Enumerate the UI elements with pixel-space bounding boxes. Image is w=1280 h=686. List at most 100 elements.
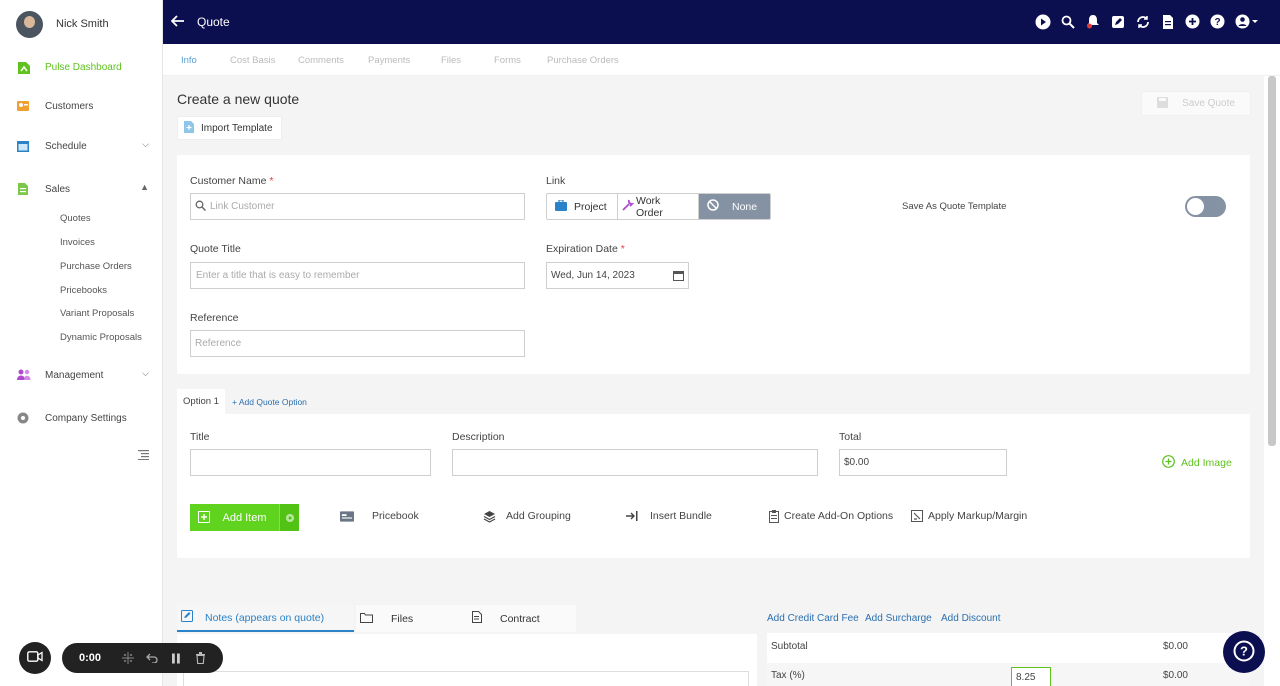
add-credit-card-fee-link[interactable]: Add Credit Card Fee [767,613,859,624]
block-icon [707,199,719,214]
create-add-on-options-button[interactable]: Create Add-On Options [767,509,893,523]
pricebook-icon [340,509,354,523]
avatar[interactable] [16,10,43,38]
tab-files-bottom[interactable]: Files [356,605,468,632]
sidebar-item-pulse-dashboard[interactable]: Pulse Dashboard [0,56,163,78]
top-bar: Quote ? [163,0,1280,44]
sidebar-sub-pricebooks[interactable]: Pricebooks [60,285,107,296]
subtotal-row: Subtotal $0.00 [767,634,1250,659]
tab-files[interactable]: Files [441,55,461,66]
add-grouping-button[interactable]: Add Grouping [482,509,571,523]
notes-icon [181,610,193,625]
expiration-date-input[interactable]: Wed, Jun 14, 2023 [546,262,689,289]
notifications-bell-icon[interactable] [1084,13,1101,30]
quote-title-input[interactable]: Enter a title that is easy to remember [190,262,525,289]
sidebar-sub-variant-proposals[interactable]: Variant Proposals [60,308,134,319]
collapse-sidebar-icon[interactable] [138,449,149,460]
help-chat-button[interactable]: ? [1223,631,1265,673]
save-template-label: Save As Quote Template [902,201,1007,212]
tab-payments[interactable]: Payments [368,55,410,66]
customer-search-input[interactable]: Link Customer [190,193,525,220]
tab-contract[interactable]: Contract [468,605,576,632]
sidebar-item-label: Management [45,369,104,381]
add-quote-option-link[interactable]: + Add Quote Option [232,397,307,407]
sync-icon[interactable] [1134,13,1151,30]
sidebar-item-customers[interactable]: Customers [0,95,163,117]
tab-info[interactable]: Info [181,55,197,66]
sidebar-item-label: Customers [45,100,94,112]
tab-forms[interactable]: Forms [494,55,521,66]
play-icon[interactable] [1034,13,1051,30]
option-description-label: Description [452,431,505,443]
sidebar-sub-purchase-orders[interactable]: Purchase Orders [60,261,132,272]
tab-purchase-orders[interactable]: Purchase Orders [547,55,619,66]
user-profile[interactable]: Nick Smith [0,0,162,48]
reference-input[interactable]: Reference [190,330,525,357]
add-item-button[interactable]: Add Item [190,504,299,531]
import-template-button[interactable]: Import Template [177,116,282,140]
gear-icon [16,411,30,425]
document-icon[interactable] [1159,13,1176,30]
reference-label: Reference [190,312,239,324]
pricebook-button[interactable]: Pricebook [340,509,419,523]
item-settings-icon[interactable] [279,504,299,531]
insert-arrow-icon [625,509,639,523]
save-quote-button[interactable]: Save Quote [1141,91,1251,116]
sidebar-item-sales[interactable]: Sales ▲ [0,178,163,200]
tax-rate-input[interactable]: 8.25 [1011,667,1051,686]
edit-icon[interactable] [1109,13,1126,30]
option-description-input[interactable] [452,449,818,476]
tab-cost-basis[interactable]: Cost Basis [230,55,275,66]
add-item-label: Add Item [222,511,267,524]
notes-tabs: Notes (appears on quote) Files Contract [177,605,576,632]
chevron-up-icon[interactable]: ▲ [140,182,149,192]
tab-option-1[interactable]: Option 1 [177,389,225,414]
add-grouping-label: Add Grouping [506,510,571,522]
add-image-button[interactable]: Add Image [1162,455,1232,471]
add-circle-icon[interactable] [1184,13,1201,30]
apply-markup-margin-button[interactable]: Apply Markup/Margin [910,509,1027,523]
link-type-selector: Project Work Order None [546,193,771,220]
trash-icon[interactable] [193,651,207,665]
link-project-option[interactable]: Project [547,194,618,219]
sidebar-item-label: Pulse Dashboard [45,61,122,73]
quote-title-placeholder: Enter a title that is easy to remember [196,270,360,281]
drag-handle-icon[interactable] [121,651,135,665]
back-arrow-icon[interactable] [170,14,187,30]
sidebar-sub-dynamic-proposals[interactable]: Dynamic Proposals [60,332,142,343]
sidebar-item-company-settings[interactable]: Company Settings [0,407,163,429]
svg-text:?: ? [1240,643,1248,658]
plus-square-icon [190,510,218,526]
add-surcharge-link[interactable]: Add Surcharge [865,613,932,624]
tax-rate-value: 8.25 [1016,671,1036,683]
option-total-input[interactable]: $0.00 [839,449,1007,476]
sidebar-item-schedule[interactable]: Schedule ⌵ [0,135,163,157]
sidebar-sub-quotes[interactable]: Quotes [60,213,91,224]
calendar-icon[interactable] [673,270,684,284]
camera-button[interactable] [19,642,51,674]
chevron-down-icon[interactable]: ⌵ [142,139,149,150]
link-none-option[interactable]: None [699,194,770,219]
undo-icon[interactable] [145,651,159,665]
tab-contract-label: Contract [500,612,540,625]
search-icon [195,200,207,214]
pause-icon[interactable] [169,651,183,665]
quote-tabs: Info Cost Basis Comments Payments Files … [163,44,1280,76]
save-template-toggle[interactable] [1185,196,1226,217]
totals-panel: Subtotal $0.00 Tax (%) $0.00 [767,633,1250,686]
link-work-order-option[interactable]: Work Order [618,194,699,219]
sidebar-item-management[interactable]: Management ⌵ [0,364,163,386]
scrollbar[interactable] [1268,76,1276,446]
notes-editor[interactable] [183,671,749,686]
sidebar-item-label: Sales [45,183,71,195]
chevron-down-icon[interactable]: ⌵ [142,368,149,379]
add-discount-link[interactable]: Add Discount [941,613,1000,624]
tab-notes[interactable]: Notes (appears on quote) [177,605,354,632]
help-icon[interactable]: ? [1209,13,1226,30]
tab-comments[interactable]: Comments [298,55,344,66]
insert-bundle-button[interactable]: Insert Bundle [625,509,712,523]
sidebar-sub-invoices[interactable]: Invoices [60,237,95,248]
search-icon[interactable] [1059,13,1076,30]
account-menu-icon[interactable] [1234,13,1260,30]
option-title-input[interactable] [190,449,431,476]
